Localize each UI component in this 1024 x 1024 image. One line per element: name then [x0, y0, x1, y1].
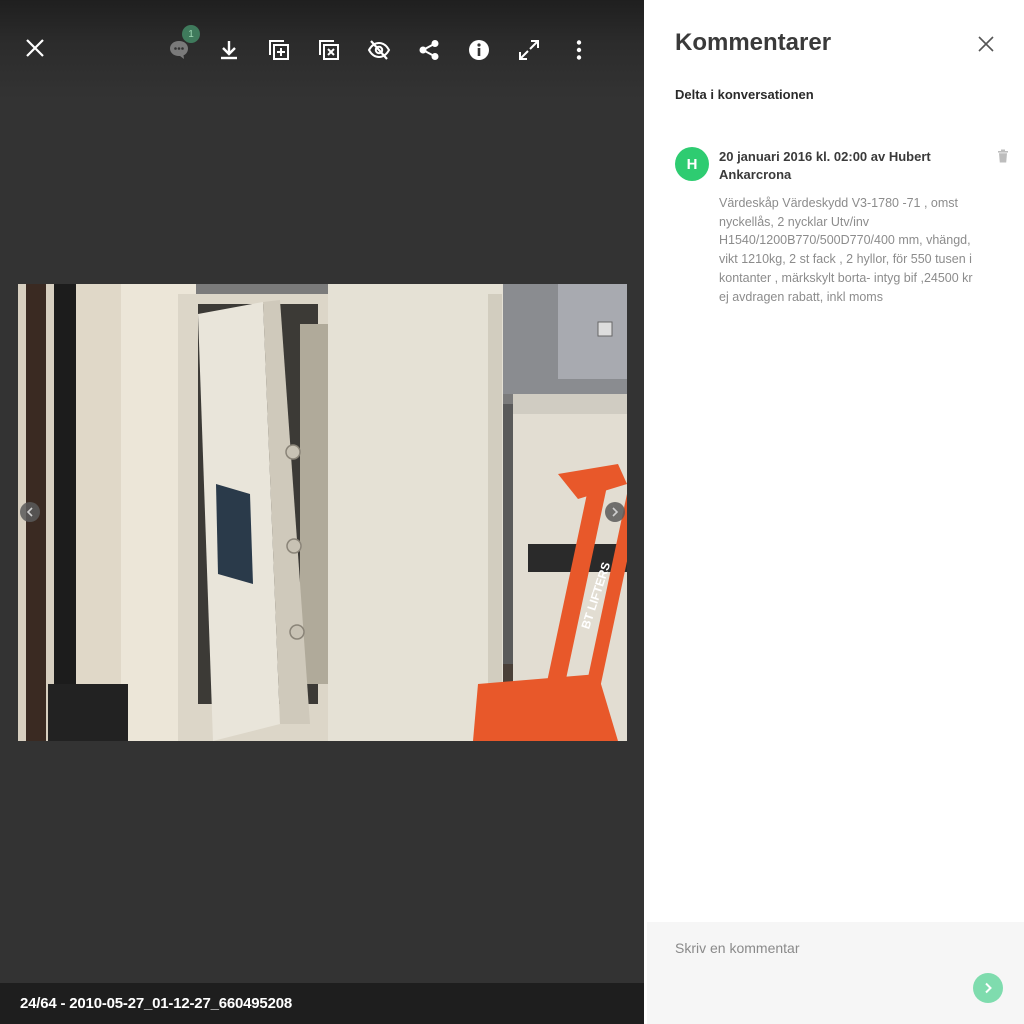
- remove-from-album-icon: [319, 40, 339, 60]
- avatar: H: [675, 147, 709, 181]
- comment-header: 20 januari 2016 kl. 02:00 av Hubert Anka…: [719, 149, 931, 182]
- comment-count-badge: 1: [182, 25, 200, 43]
- panel-title: Kommentarer: [675, 29, 832, 56]
- fullscreen-icon: [519, 40, 539, 60]
- chevron-right-icon: [612, 507, 619, 517]
- more-icon: [576, 40, 582, 60]
- delete-comment-button[interactable]: [996, 149, 1010, 163]
- fullscreen-button[interactable]: [514, 35, 544, 65]
- remove-from-album-button[interactable]: [314, 35, 344, 65]
- trash-icon: [998, 149, 1008, 163]
- photo-caption: 24/64 - 2010-05-27_01-12-27_660495208: [0, 983, 644, 1024]
- close-icon: [26, 39, 44, 57]
- download-icon: [221, 41, 237, 60]
- comment-input[interactable]: [647, 922, 1024, 1024]
- add-to-album-button[interactable]: [264, 35, 294, 65]
- close-icon: [978, 36, 994, 52]
- safe-photo-illustration: BT LIFTERS: [18, 284, 627, 741]
- send-comment-button[interactable]: [973, 973, 1003, 1003]
- chevron-right-icon: [985, 982, 992, 994]
- hide-button[interactable]: [364, 35, 394, 65]
- previous-photo-button[interactable]: [20, 502, 40, 522]
- comments-button[interactable]: 1: [164, 25, 200, 65]
- close-viewer-button[interactable]: [20, 33, 50, 63]
- panel-subtitle: Delta i konversationen: [675, 87, 814, 102]
- info-icon: [469, 40, 489, 60]
- hide-icon: [367, 40, 391, 60]
- share-icon: [419, 40, 439, 60]
- share-button[interactable]: [414, 35, 444, 65]
- close-panel-button[interactable]: [975, 33, 997, 55]
- add-to-album-icon: [269, 40, 289, 60]
- more-options-button[interactable]: [564, 35, 594, 65]
- info-button[interactable]: [464, 35, 494, 65]
- chevron-left-icon: [26, 507, 33, 517]
- comments-panel: Kommentarer Delta i konversationen H 20 …: [644, 0, 1024, 1024]
- photo-viewer: 1 BT LIFTERS 24/64 - 2010-05-27_01-12-27…: [0, 0, 644, 1024]
- viewer-toolbar: 1: [0, 0, 644, 100]
- comment-composer: [647, 922, 1024, 1024]
- comment-body: Värdeskåp Värdeskydd V3-1780 -71 , omst …: [719, 196, 973, 304]
- download-button[interactable]: [214, 35, 244, 65]
- next-photo-button[interactable]: [605, 502, 625, 522]
- photo: BT LIFTERS: [18, 284, 627, 741]
